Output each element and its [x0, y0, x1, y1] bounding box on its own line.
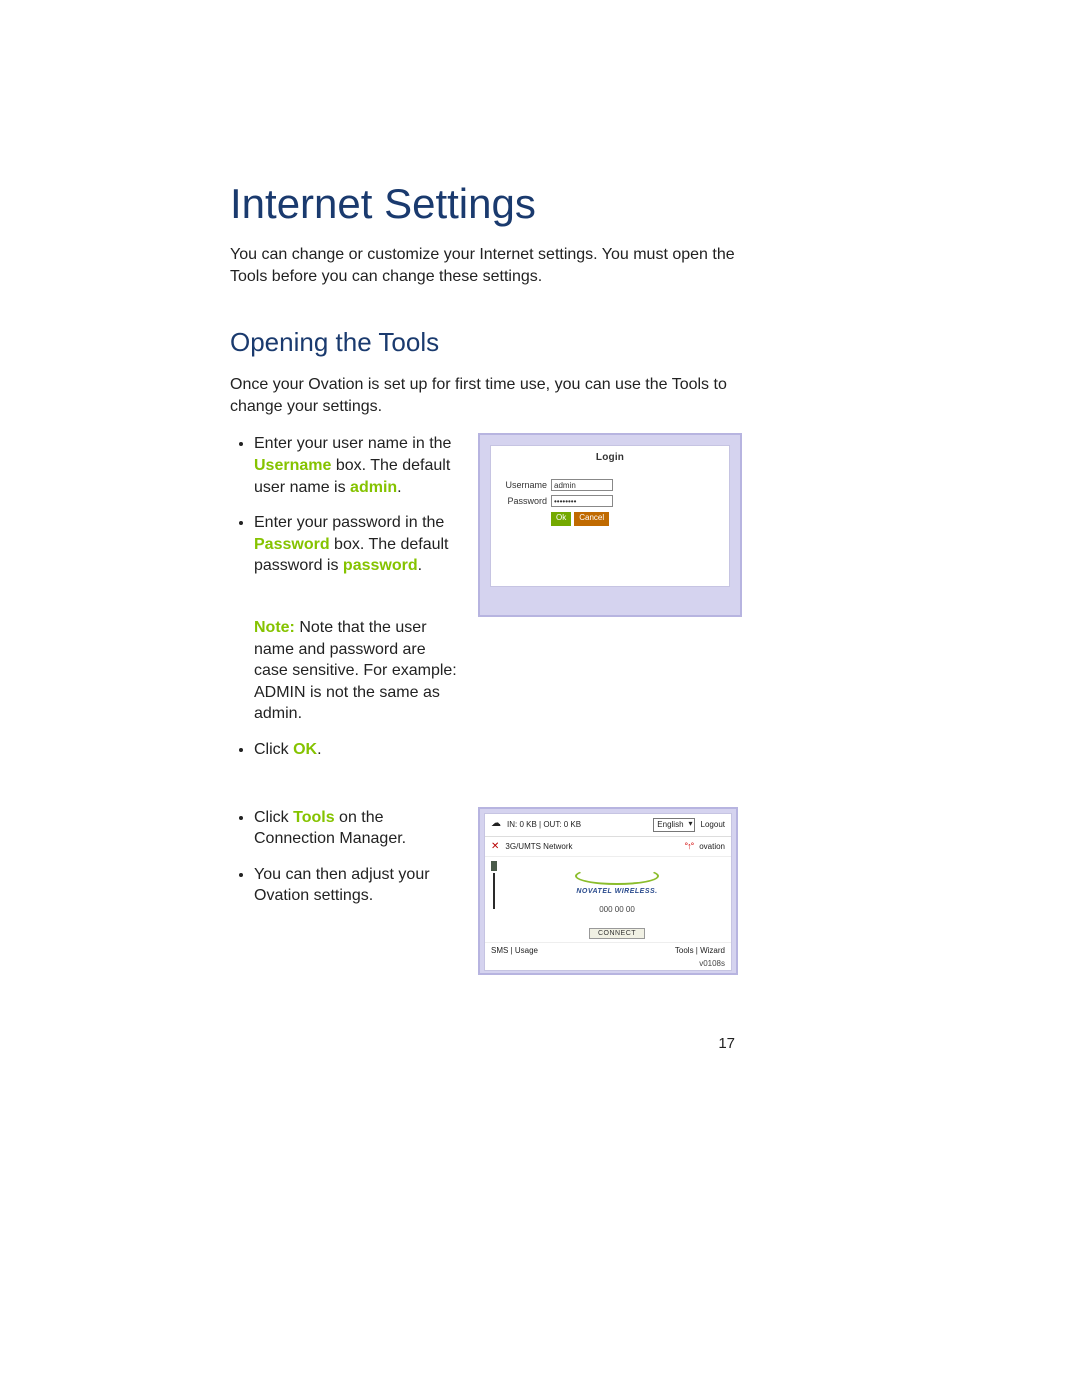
note-paragraph: Note: Note that the user name and passwo…: [254, 617, 460, 725]
highlight-tools: Tools: [293, 809, 334, 826]
note-label: Note:: [254, 619, 295, 636]
highlight-ok: OK: [293, 741, 317, 758]
login-heading: Login: [491, 452, 729, 463]
block-login-instructions: Enter your user name in the Username box…: [230, 433, 840, 778]
bullet-password: Enter your password in the Password box.…: [254, 512, 460, 725]
io-counters: IN: 0 KB | OUT: 0 KB: [507, 820, 647, 829]
logout-link[interactable]: Logout: [701, 820, 725, 829]
login-cancel-button[interactable]: Cancel: [574, 512, 609, 526]
screenshot-login-dialog: Login Username admin Password •••••••• O…: [478, 433, 742, 617]
cloud-icon: ☁: [491, 818, 501, 829]
block-tools-instructions: Click Tools on the Connection Manager. Y…: [230, 807, 840, 975]
screenshot-connection-manager: ☁ IN: 0 KB | OUT: 0 KB English Logout ✕ …: [478, 807, 738, 975]
login-password-label: Password: [499, 496, 551, 506]
session-timer: 000 00 00: [503, 905, 731, 914]
login-username-label: Username: [499, 480, 551, 490]
highlight-username-value: admin: [350, 479, 397, 496]
bottom-right-links[interactable]: Tools | Wizard: [675, 946, 725, 955]
language-select[interactable]: English: [653, 818, 694, 832]
brand-logo-icon: [575, 867, 659, 885]
version-label: v0108s: [485, 958, 731, 970]
highlight-password-box: Password: [254, 536, 330, 553]
bullet-adjust: You can then adjust your Ovation setting…: [254, 864, 460, 907]
section-intro: Once your Ovation is set up for first ti…: [230, 374, 750, 417]
network-label: 3G/UMTS Network: [505, 842, 678, 851]
page-title: Internet Settings: [230, 180, 840, 228]
bullet-click-tools: Click Tools on the Connection Manager.: [254, 807, 460, 850]
page-number: 17: [718, 1035, 735, 1052]
tools-icon: ✕: [491, 841, 499, 852]
connect-button[interactable]: CONNECT: [589, 928, 645, 939]
brand-name: NOVATEL WIRELESS.: [503, 888, 731, 895]
device-label: ovation: [699, 842, 725, 851]
bullet-username: Enter your user name in the Username box…: [254, 433, 460, 498]
login-username-input[interactable]: admin: [551, 479, 613, 491]
signal-icon: °↑°: [685, 841, 694, 851]
meter-strip: [485, 857, 503, 942]
login-ok-button[interactable]: Ok: [551, 512, 571, 526]
intro-paragraph: You can change or customize your Interne…: [230, 244, 750, 287]
login-password-input[interactable]: ••••••••: [551, 495, 613, 507]
section-heading: Opening the Tools: [230, 327, 840, 358]
bullet-click-ok: Click OK.: [254, 739, 460, 761]
bottom-left-links[interactable]: SMS | Usage: [491, 946, 538, 955]
highlight-username-box: Username: [254, 457, 331, 474]
highlight-password-value: password: [343, 557, 418, 574]
document-page: Internet Settings You can change or cust…: [0, 0, 1080, 1397]
